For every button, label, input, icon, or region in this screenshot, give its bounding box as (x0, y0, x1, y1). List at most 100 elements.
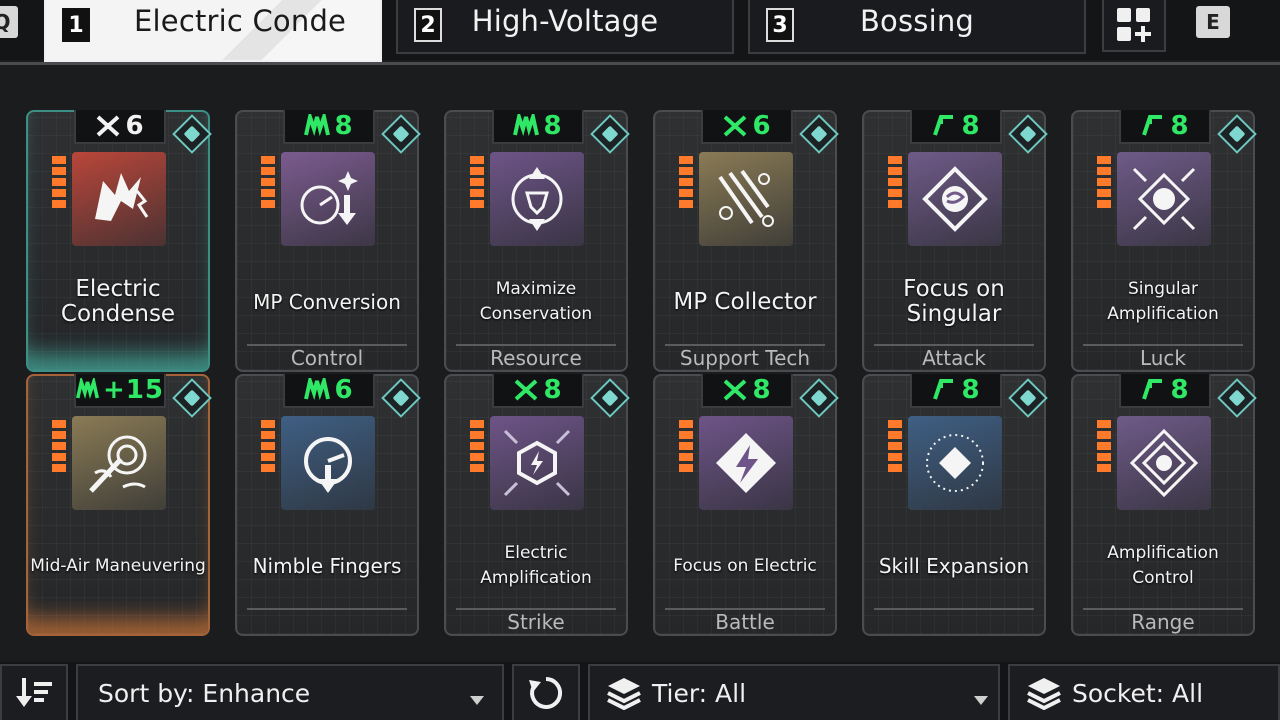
socket-type-icon (1217, 114, 1257, 154)
module-card[interactable]: 8 Skill Expansion (862, 374, 1048, 636)
module-icon-frame (699, 416, 793, 510)
enhance-level-bars (52, 420, 66, 475)
module-name: Singular Amplification (1107, 279, 1219, 324)
socket-type-icon (590, 378, 630, 418)
module-category: Support Tech (665, 344, 825, 370)
socket-filter-dropdown[interactable]: Socket: All (1008, 664, 1280, 720)
ornate-diamond-icon (1129, 428, 1199, 498)
sort-by-label: Sort by: Enhance (98, 678, 311, 708)
cross-blades-icon (97, 115, 120, 137)
module-capacity-value: 8 (543, 111, 563, 141)
tier-filter-label: Tier: All (652, 678, 747, 708)
m-rank-icon (76, 378, 99, 399)
module-icon-frame (490, 152, 584, 246)
enhance-level-bars (679, 420, 693, 475)
module-card[interactable]: 8 Amplification Control Range (1071, 374, 1257, 636)
module-category: Strike (456, 608, 616, 634)
module-capacity-badge: 6 (701, 110, 793, 144)
module-name: Mid-Air Maneuvering (30, 555, 206, 576)
module-card[interactable]: 8 MP Conversion Control (235, 110, 421, 372)
m-rank-icon (304, 114, 331, 137)
cross-blades-icon (724, 379, 747, 401)
enhance-level-bars (679, 156, 693, 211)
module-capacity-badge: 8 (910, 110, 1002, 144)
socket-filter-label: Socket: All (1072, 678, 1204, 708)
socket-type-icon (799, 378, 839, 418)
tier-filter-dropdown[interactable]: Tier: All (588, 664, 1000, 720)
m-rank-icon (513, 114, 540, 137)
gauge-down-icon (300, 171, 358, 225)
module-category (38, 344, 198, 370)
module-icon-frame (72, 152, 166, 246)
module-icon-frame (1117, 152, 1211, 246)
module-card[interactable]: 8 Maximize Conservation Resource (444, 110, 630, 372)
tab-preset-2[interactable]: 2 High-Voltage (396, 0, 734, 54)
tab-label: Bossing (859, 4, 975, 38)
tab-preset-3[interactable]: 3 Bossing (748, 0, 1086, 54)
module-name: Focus on Electric (673, 555, 817, 576)
prev-tab-key-hint[interactable]: Q (0, 6, 18, 38)
module-card[interactable]: 6 Nimble Fingers (235, 374, 421, 636)
module-name: Electric Amplification (480, 543, 592, 588)
enhance-level-bars (52, 156, 66, 211)
module-capacity-value: +15 (103, 375, 164, 405)
enhance-level-bars (888, 156, 902, 211)
module-capacity-value: 8 (334, 111, 354, 141)
module-icon-frame (490, 416, 584, 510)
module-capacity-value: 8 (1170, 375, 1190, 405)
tab-label: Electric Conde (134, 4, 347, 38)
module-category: Resource (456, 344, 616, 370)
tab-preset-1[interactable]: 1 Electric Conde (44, 0, 382, 62)
module-card[interactable]: 8 Focus on Singular Attack (862, 110, 1048, 372)
enhance-level-bars (261, 156, 275, 211)
sort-order-button[interactable] (0, 664, 68, 720)
module-capacity-badge: 6 (74, 110, 166, 144)
module-name: Focus on Singular (903, 276, 1005, 327)
enhance-level-bars (261, 420, 275, 475)
next-tab-key-hint[interactable]: E (1196, 6, 1230, 38)
module-capacity-value: 6 (125, 111, 145, 141)
layers-icon (1027, 678, 1061, 710)
add-preset-button[interactable] (1102, 0, 1166, 52)
module-category: Attack (874, 344, 1034, 370)
gamma-rank-icon (933, 115, 954, 136)
module-capacity-badge: 8 (492, 374, 584, 408)
module-card[interactable]: 8 Focus on Electric Battle (653, 374, 839, 636)
socket-type-icon (590, 114, 630, 154)
module-icon-frame (908, 416, 1002, 510)
socket-type-icon (172, 114, 212, 154)
sort-by-dropdown[interactable]: Sort by: Enhance (76, 664, 504, 720)
module-card[interactable]: 6 MP Collector Support Tech (653, 110, 839, 372)
module-card[interactable]: +15 Mid-Air Maneuvering (26, 374, 212, 636)
module-icon-frame (281, 416, 375, 510)
aerial-dash-icon (89, 435, 147, 493)
socket-type-icon (1217, 378, 1257, 418)
sort-descending-icon (16, 678, 52, 707)
reset-filters-button[interactable] (512, 664, 580, 720)
lightning-beast-icon (95, 173, 149, 221)
module-icon-frame (72, 416, 166, 510)
module-card[interactable]: 8 Electric Amplification Strike (444, 374, 630, 636)
module-capacity-value: 8 (543, 375, 563, 405)
bolt-diamond-icon (716, 433, 776, 493)
module-name: Nimble Fingers (252, 553, 402, 578)
module-capacity-badge: 6 (283, 374, 375, 408)
module-name: MP Collector (673, 288, 817, 315)
refresh-icon (529, 676, 563, 709)
hex-bolt-icon (503, 429, 571, 497)
module-capacity-badge: 8 (1119, 110, 1211, 144)
gamma-rank-icon (1142, 379, 1163, 400)
claw-targets-icon (718, 169, 774, 227)
m-rank-icon (304, 378, 331, 401)
module-capacity-badge: 8 (283, 110, 375, 144)
tab-number-badge: 1 (62, 8, 90, 42)
module-category (38, 608, 198, 634)
layers-icon (607, 678, 641, 710)
socket-type-icon (1008, 114, 1048, 154)
module-category: Range (1083, 608, 1243, 634)
singular-diamond-icon (922, 166, 988, 232)
cross-blades-icon (724, 115, 747, 137)
module-card[interactable]: 6 Electric Condense (26, 110, 212, 372)
arrows-shield-icon (511, 167, 563, 231)
module-card[interactable]: 8 Singular Amplification Luck (1071, 110, 1257, 372)
